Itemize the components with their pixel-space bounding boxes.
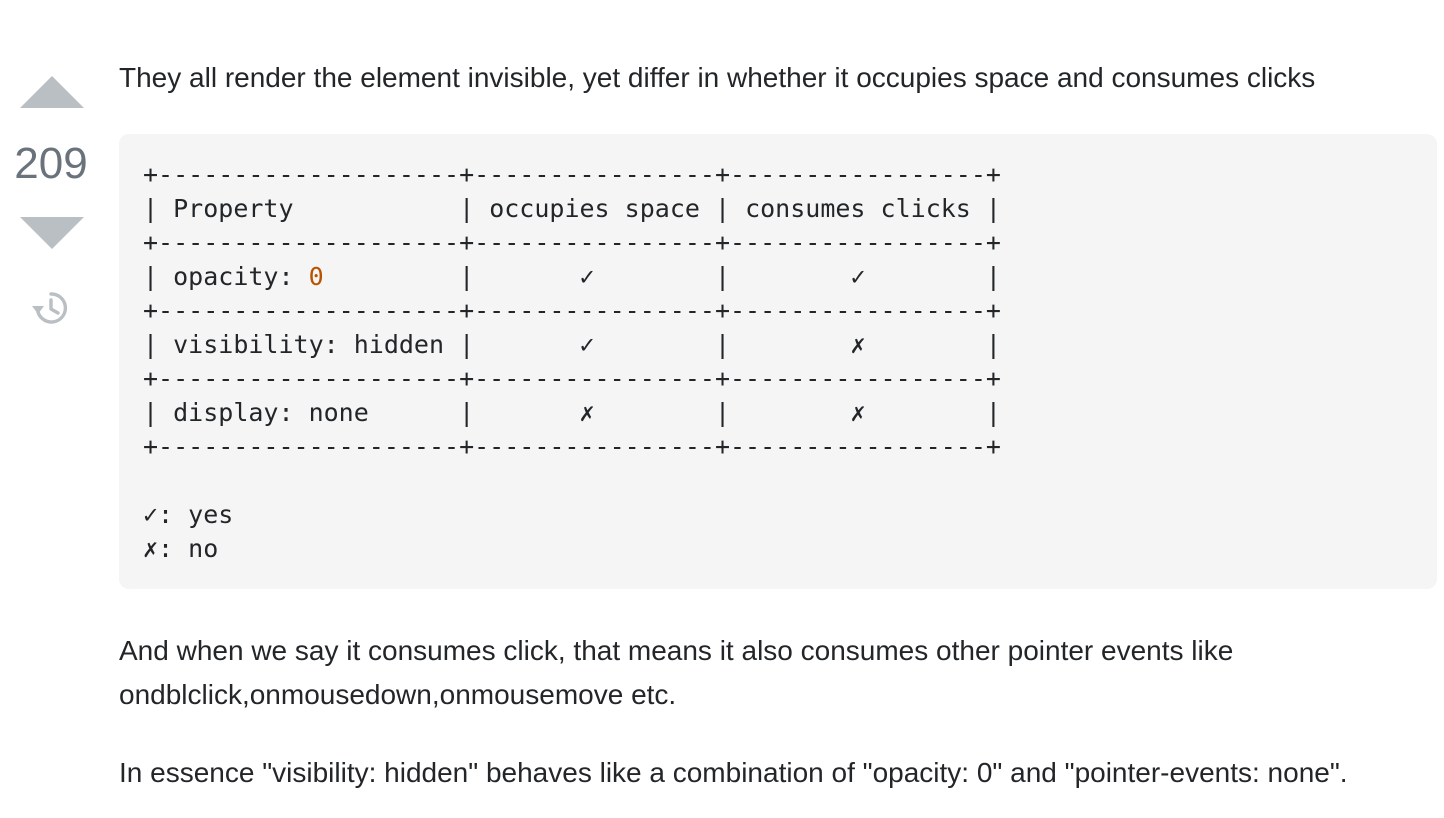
table-border: +--------------------+----------------+-… [143, 432, 1001, 461]
table-border: +--------------------+----------------+-… [143, 160, 1001, 189]
row-key: opacity: [173, 262, 309, 291]
row-occupies-space: ✓ [579, 330, 595, 359]
table-border: +--------------------+----------------+-… [143, 296, 1001, 325]
answer-intro: They all render the element invisible, y… [119, 62, 1316, 93]
legend-no: ✗: no [143, 534, 219, 563]
ascii-table: +--------------------+----------------+-… [143, 160, 1001, 563]
downvote-button[interactable] [20, 217, 84, 249]
row-key: display: none [173, 398, 369, 427]
header-consumes-clicks: consumes clicks [745, 194, 971, 223]
code-block: +--------------------+----------------+-… [119, 134, 1437, 589]
row-consumes-clicks: ✗ [850, 330, 866, 359]
vote-count: 209 [14, 139, 88, 188]
header-property: Property [173, 194, 294, 223]
history-icon[interactable] [30, 288, 70, 328]
table-border: +--------------------+----------------+-… [143, 364, 1001, 393]
upvote-button[interactable] [20, 76, 84, 108]
answer-paragraph-summary: In essence "visibility: hidden" behaves … [119, 757, 1348, 788]
row-consumes-clicks: ✗ [850, 398, 866, 427]
row-value-number: 0 [308, 262, 324, 291]
row-key: visibility: hidden [173, 330, 445, 359]
row-occupies-space: ✓ [579, 262, 595, 291]
answer-paragraph-pointer-events: And when we say it consumes click, that … [119, 635, 1234, 710]
legend-yes: ✓: yes [143, 500, 234, 529]
row-occupies-space: ✗ [579, 398, 595, 427]
header-occupies-space: occupies space [489, 194, 700, 223]
table-border: +--------------------+----------------+-… [143, 228, 1001, 257]
row-consumes-clicks: ✓ [850, 262, 866, 291]
